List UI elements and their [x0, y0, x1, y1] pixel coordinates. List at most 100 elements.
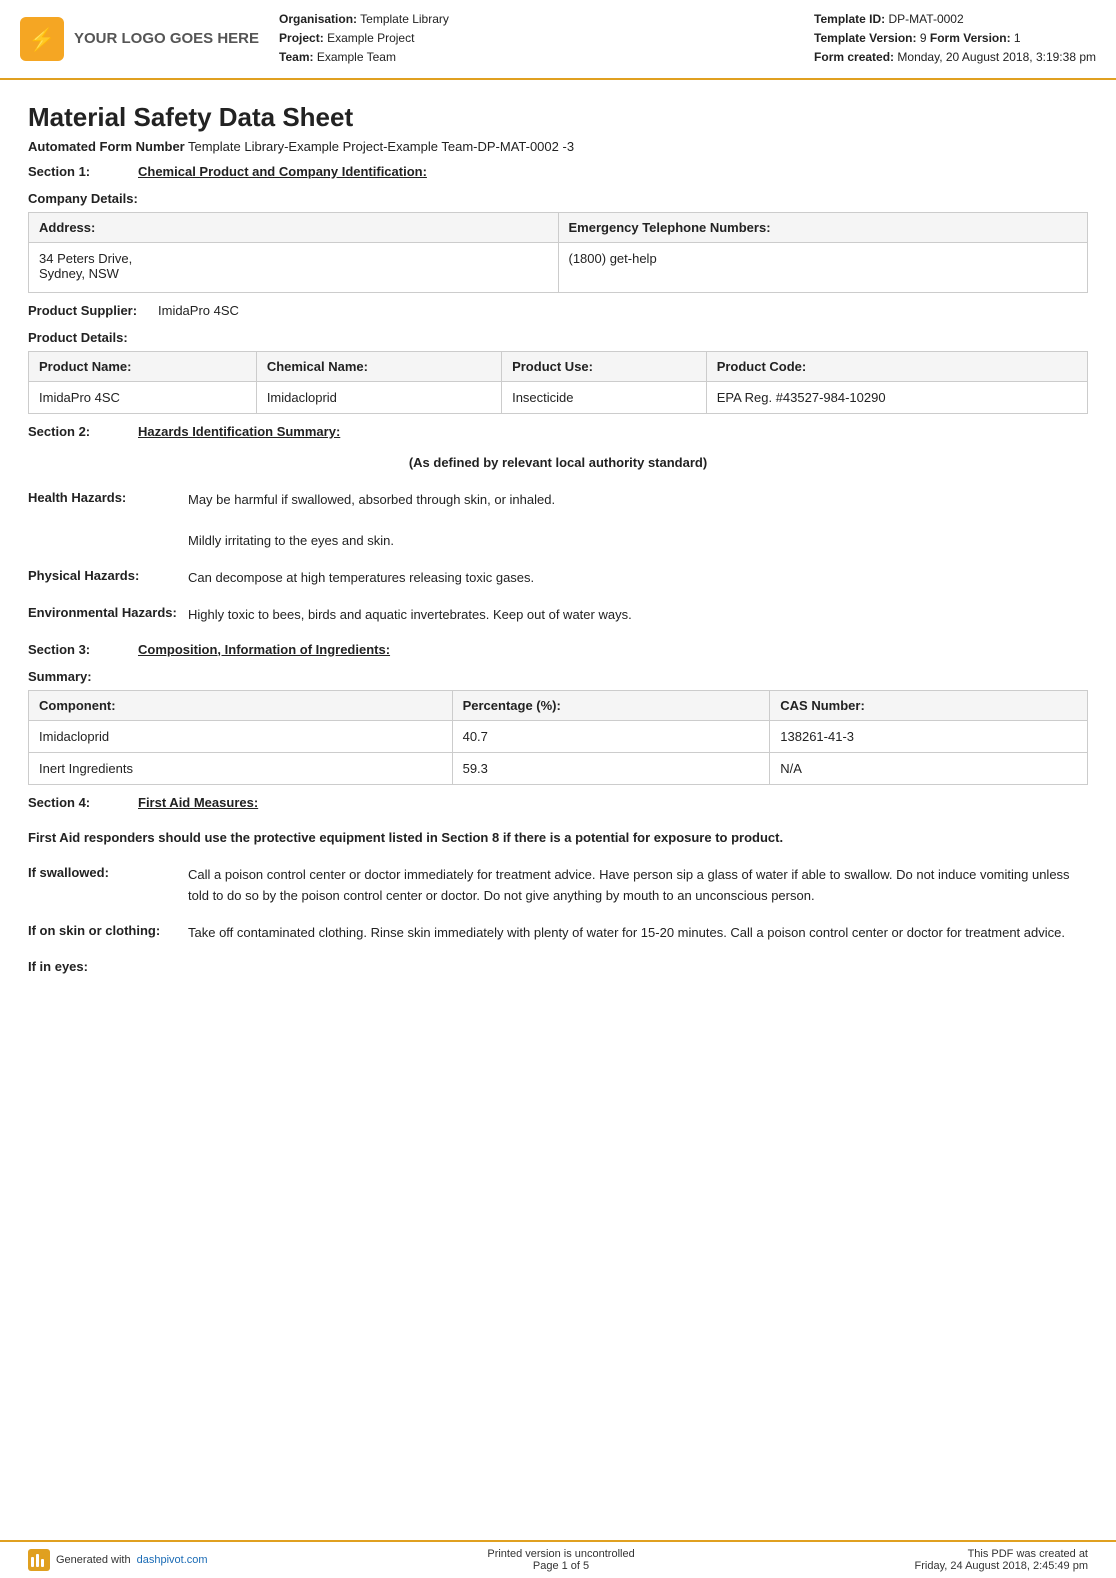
chemical-name-value: Imidacloprid: [256, 381, 501, 413]
svg-text:⚡: ⚡: [28, 27, 55, 53]
if-in-eyes-value: [188, 959, 1088, 974]
product-use-value: Insecticide: [502, 381, 707, 413]
template-id-label: Template ID:: [814, 12, 885, 26]
environmental-hazards-row: Environmental Hazards: Highly toxic to b…: [28, 605, 1088, 626]
organisation-label: Organisation:: [279, 12, 357, 26]
page-header: ⚡ YOUR LOGO GOES HERE Organisation: Temp…: [0, 0, 1116, 80]
footer-pdf-date: Friday, 24 August 2018, 2:45:49 pm: [915, 1560, 1088, 1572]
chemical-name-header: Chemical Name:: [256, 351, 501, 381]
product-code-header: Product Code:: [706, 351, 1087, 381]
footer-right: This PDF was created at Friday, 24 Augus…: [915, 1548, 1088, 1572]
component-1: Imidacloprid: [29, 720, 453, 752]
logo-area: ⚡ YOUR LOGO GOES HERE: [20, 10, 259, 68]
product-supplier-label: Product Supplier:: [28, 303, 158, 318]
form-number-row: Automated Form Number Template Library-E…: [28, 139, 1088, 154]
if-swallowed-label: If swallowed:: [28, 865, 188, 907]
cas-1: 138261-41-3: [770, 720, 1088, 752]
summary-label: Summary:: [28, 669, 1088, 684]
percentage-header: Percentage (%):: [452, 690, 770, 720]
percentage-1: 40.7: [452, 720, 770, 752]
header-meta: Organisation: Template Library Project: …: [279, 10, 794, 68]
product-supplier-value: ImidaPro 4SC: [158, 303, 239, 318]
section1-label: Section 1:: [28, 164, 138, 179]
ingredient-row-2: Inert Ingredients 59.3 N/A: [29, 752, 1088, 784]
ingredient-row-1: Imidacloprid 40.7 138261-41-3: [29, 720, 1088, 752]
section2-title: Hazards Identification Summary:: [138, 424, 340, 439]
section3-title: Composition, Information of Ingredients:: [138, 642, 390, 657]
health-hazards-row: Health Hazards: May be harmful if swallo…: [28, 490, 1088, 552]
section4-header: Section 4: First Aid Measures:: [28, 795, 1088, 810]
first-aid-note: First Aid responders should use the prot…: [28, 828, 1088, 848]
product-use-header: Product Use:: [502, 351, 707, 381]
address-value: 34 Peters Drive,Sydney, NSW: [29, 242, 559, 292]
organisation-value: Template Library: [360, 12, 449, 26]
footer-center: Printed version is uncontrolled Page 1 o…: [487, 1548, 634, 1572]
emergency-value: (1800) get-help: [558, 242, 1088, 292]
company-details-label: Company Details:: [28, 191, 1088, 206]
section4-title: First Aid Measures:: [138, 795, 258, 810]
form-number-value: Template Library-Example Project-Example…: [188, 139, 574, 154]
summary-table: Component: Percentage (%): CAS Number: I…: [28, 690, 1088, 785]
emergency-header: Emergency Telephone Numbers:: [558, 212, 1088, 242]
section2-header: Section 2: Hazards Identification Summar…: [28, 424, 1088, 439]
environmental-hazards-value: Highly toxic to bees, birds and aquatic …: [188, 605, 1088, 626]
if-on-skin-row: If on skin or clothing: Take off contami…: [28, 923, 1088, 944]
if-on-skin-value: Take off contaminated clothing. Rinse sk…: [188, 923, 1088, 944]
component-2: Inert Ingredients: [29, 752, 453, 784]
page-footer: Generated with dashpivot.com Printed ver…: [0, 1540, 1116, 1578]
template-version-value: 9: [920, 31, 927, 45]
if-in-eyes-row: If in eyes:: [28, 959, 1088, 974]
environmental-hazards-label: Environmental Hazards:: [28, 605, 188, 626]
if-swallowed-row: If swallowed: Call a poison control cent…: [28, 865, 1088, 907]
section3-header: Section 3: Composition, Information of I…: [28, 642, 1088, 657]
doc-title: Material Safety Data Sheet: [28, 102, 1088, 133]
as-defined: (As defined by relevant local authority …: [28, 455, 1088, 470]
company-details-table: Address: Emergency Telephone Numbers: 34…: [28, 212, 1088, 293]
logo-icon: ⚡: [20, 17, 64, 61]
section4-label: Section 4:: [28, 795, 138, 810]
team-value: Example Team: [317, 50, 396, 64]
physical-hazards-value: Can decompose at high temperatures relea…: [188, 568, 1088, 589]
product-name-header: Product Name:: [29, 351, 257, 381]
cas-header: CAS Number:: [770, 690, 1088, 720]
product-supplier-row: Product Supplier: ImidaPro 4SC: [28, 303, 1088, 318]
logo-text: YOUR LOGO GOES HERE: [74, 30, 259, 47]
section3-label: Section 3:: [28, 642, 138, 657]
if-on-skin-label: If on skin or clothing:: [28, 923, 188, 944]
health-hazards-label: Health Hazards:: [28, 490, 188, 552]
footer-pdf-created: This PDF was created at: [968, 1548, 1088, 1560]
cas-2: N/A: [770, 752, 1088, 784]
template-id-value: DP-MAT-0002: [889, 12, 964, 26]
footer-printed: Printed version is uncontrolled: [487, 1548, 634, 1560]
header-right: Template ID: DP-MAT-0002 Template Versio…: [814, 10, 1096, 68]
footer-page: Page 1 of 5: [487, 1560, 634, 1572]
if-in-eyes-label: If in eyes:: [28, 959, 188, 974]
main-content: Material Safety Data Sheet Automated For…: [0, 80, 1116, 1051]
project-label: Project:: [279, 31, 324, 45]
section1-title: Chemical Product and Company Identificat…: [138, 164, 427, 179]
product-code-value: EPA Reg. #43527-984-10290: [706, 381, 1087, 413]
template-version-label: Template Version:: [814, 31, 916, 45]
physical-hazards-label: Physical Hazards:: [28, 568, 188, 589]
address-header: Address:: [29, 212, 559, 242]
product-details-label: Product Details:: [28, 330, 1088, 345]
product-details-table: Product Name: Chemical Name: Product Use…: [28, 351, 1088, 414]
component-header: Component:: [29, 690, 453, 720]
health-hazards-value: May be harmful if swallowed, absorbed th…: [188, 490, 1088, 552]
percentage-2: 59.3: [452, 752, 770, 784]
physical-hazards-row: Physical Hazards: Can decompose at high …: [28, 568, 1088, 589]
footer-logo-icon: [28, 1549, 50, 1571]
form-version-value: 1: [1014, 31, 1021, 45]
team-label: Team:: [279, 50, 313, 64]
footer-link[interactable]: dashpivot.com: [137, 1554, 208, 1566]
form-number-label: Automated Form Number: [28, 139, 188, 154]
footer-left: Generated with dashpivot.com: [28, 1549, 208, 1571]
footer-generated-text: Generated with: [56, 1554, 131, 1566]
product-name-value: ImidaPro 4SC: [29, 381, 257, 413]
form-version-label: Form Version:: [930, 31, 1011, 45]
if-swallowed-value: Call a poison control center or doctor i…: [188, 865, 1088, 907]
product-row: ImidaPro 4SC Imidacloprid Insecticide EP…: [29, 381, 1088, 413]
section1-header: Section 1: Chemical Product and Company …: [28, 164, 1088, 179]
project-value: Example Project: [327, 31, 414, 45]
form-created-value: Monday, 20 August 2018, 3:19:38 pm: [897, 50, 1096, 64]
